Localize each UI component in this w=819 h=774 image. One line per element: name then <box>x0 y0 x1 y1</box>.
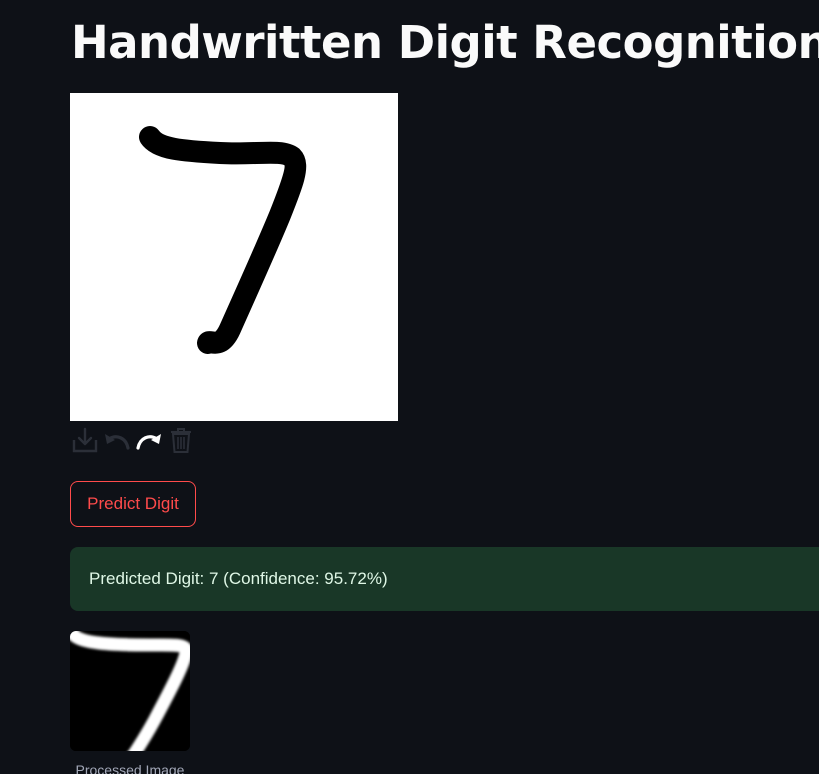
processed-image <box>70 631 190 751</box>
processed-image-caption: Processed Image <box>75 762 185 774</box>
canvas-toolbar <box>70 424 198 456</box>
drawn-digit-stroke <box>139 126 307 354</box>
predict-digit-button[interactable]: Predict Digit <box>70 481 196 527</box>
prediction-result-alert: Predicted Digit: 7 (Confidence: 95.72%) <box>70 547 819 611</box>
drawing-canvas[interactable] <box>70 93 398 421</box>
app-page: Handwritten Digit Recognition Predict Di… <box>0 0 819 774</box>
prediction-result-text: Predicted Digit: 7 (Confidence: 95.72%) <box>89 569 388 588</box>
download-icon[interactable] <box>70 425 100 455</box>
trash-icon[interactable] <box>166 425 196 455</box>
redo-icon[interactable] <box>134 425 164 455</box>
page-title: Handwritten Digit Recognition <box>71 16 819 69</box>
undo-icon[interactable] <box>102 425 132 455</box>
